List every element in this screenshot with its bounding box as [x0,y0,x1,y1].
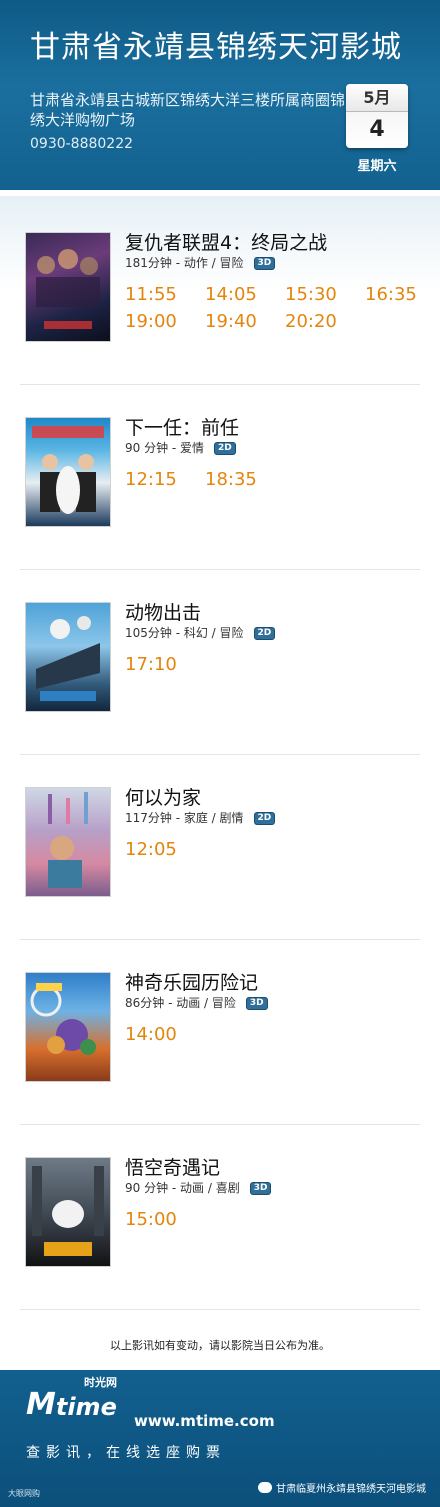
cinema-header: 甘肃省永靖县锦绣天河影城 甘肃省永靖县古城新区锦绣大洋三楼所属商圈锦绣大洋购物广… [0,0,440,190]
format-badge: 3D [249,1182,272,1195]
movie-poster[interactable] [25,972,111,1082]
showtime[interactable]: 11:55 [125,284,205,305]
schedule-notice: 以上影讯如有变动，请以影院当日公布为准。 [110,1339,330,1352]
movie-duration-genre: 90 分钟 - 爱情 [125,441,205,455]
showtimes: 14:00 [125,1024,425,1045]
wechat-icon [258,1482,272,1493]
cinema-phone[interactable]: 0930-8880222 [30,136,133,152]
showtime[interactable]: 15:00 [125,1209,205,1230]
footer-wave-edge [0,1362,440,1378]
showtime[interactable]: 19:40 [205,311,285,332]
movie-meta: 181分钟 - 动作 / 冒险 3D [125,254,276,271]
mtime-url[interactable]: www.mtime.com [134,1412,275,1430]
showtime[interactable]: 18:35 [205,469,285,490]
showtimes: 12:05 [125,839,425,860]
format-badge: 2D [253,627,276,640]
movie-meta: 117分钟 - 家庭 / 剧情 2D [125,809,276,826]
format-badge: 3D [245,997,268,1010]
showtimes: 11:55 14:05 15:30 16:35 19:00 19:40 20:2… [125,284,425,332]
wechat-account-name: 甘肃临夏州永靖县锦绣天河电影城 [276,1484,426,1495]
movie-title[interactable]: 复仇者联盟4：终局之战 [125,228,327,255]
showtimes: 15:00 [125,1209,425,1230]
cinema-name: 甘肃省永靖县锦绣天河影城 [30,30,402,65]
showtime[interactable]: 14:05 [205,284,285,305]
movie-item[interactable]: 复仇者联盟4：终局之战 181分钟 - 动作 / 冒险 3D 11:55 14:0… [20,200,420,385]
movie-item[interactable]: 何以为家 117分钟 - 家庭 / 剧情 2D 12:05 [20,755,420,940]
movie-duration-genre: 86分钟 - 动画 / 冒险 [125,996,236,1010]
wechat-account[interactable]: 甘肃临夏州永靖县锦绣天河电影城 [258,1480,426,1495]
showtimes: 12:15 18:35 [125,469,425,490]
movie-poster[interactable] [25,602,111,712]
showtime[interactable]: 12:05 [125,839,205,860]
showtime[interactable]: 20:20 [285,311,365,332]
mtime-logo[interactable]: Mtime [26,1387,117,1422]
movie-title[interactable]: 下一任：前任 [125,413,239,440]
calendar-day: 4 [346,112,408,148]
movie-title[interactable]: 何以为家 [125,783,201,810]
mtime-slogan: 查影讯，在线选座购票 [26,1445,226,1461]
movie-item[interactable]: 悟空奇遇记 90 分钟 - 动画 / 喜剧 3D 15:00 [20,1125,420,1310]
format-badge: 3D [253,257,276,270]
mtime-footer: Mtime 时光网 www.mtime.com 查影讯，在线选座购票 大眼网购 … [0,1370,440,1507]
movie-item[interactable]: 下一任：前任 90 分钟 - 爱情 2D 12:15 18:35 [20,385,420,570]
movie-meta: 105分钟 - 科幻 / 冒险 2D [125,624,276,641]
movie-poster[interactable] [25,417,111,527]
movie-poster[interactable] [25,1157,111,1267]
date-calendar: 5月 4 [346,84,408,148]
showtime[interactable]: 17:10 [125,654,205,675]
movie-item[interactable]: 动物出击 105分钟 - 科幻 / 冒险 2D 17:10 [20,570,420,755]
format-badge: 2D [214,442,236,455]
movie-poster[interactable] [25,787,111,897]
showtime[interactable]: 19:00 [125,311,205,332]
movie-title[interactable]: 神奇乐园历险记 [125,968,258,995]
movie-meta: 90 分钟 - 动画 / 喜剧 3D [125,1179,272,1196]
movie-duration-genre: 181分钟 - 动作 / 冒险 [125,256,244,270]
movie-meta: 86分钟 - 动画 / 冒险 3D [125,994,268,1011]
format-badge: 2D [253,812,276,825]
movie-title[interactable]: 动物出击 [125,598,201,625]
movie-title[interactable]: 悟空奇遇记 [125,1153,220,1180]
movie-duration-genre: 105分钟 - 科幻 / 冒险 [125,626,244,640]
showtime[interactable]: 14:00 [125,1024,205,1045]
showtime[interactable]: 16:35 [365,284,440,305]
calendar-weekday: 星期六 [357,159,397,174]
small-brand-watermark: 大眼网购 [8,1489,40,1498]
movie-meta: 90 分钟 - 爱情 2D [125,439,236,456]
showtimes: 17:10 [125,654,425,675]
movie-poster[interactable] [25,232,111,342]
cinema-address: 甘肃省永靖县古城新区锦绣大洋三楼所属商圈锦绣大洋购物广场 [30,91,346,129]
mtime-logo-mark: M [26,1387,56,1422]
movie-duration-genre: 90 分钟 - 动画 / 喜剧 [125,1181,240,1195]
mtime-logo-word: time [55,1393,117,1421]
movie-duration-genre: 117分钟 - 家庭 / 剧情 [125,811,244,825]
movie-item[interactable]: 神奇乐园历险记 86分钟 - 动画 / 冒险 3D 14:00 [20,940,420,1125]
showtime[interactable]: 12:15 [125,469,205,490]
showtime[interactable]: 15:30 [285,284,365,305]
calendar-month: 5月 [346,84,408,112]
